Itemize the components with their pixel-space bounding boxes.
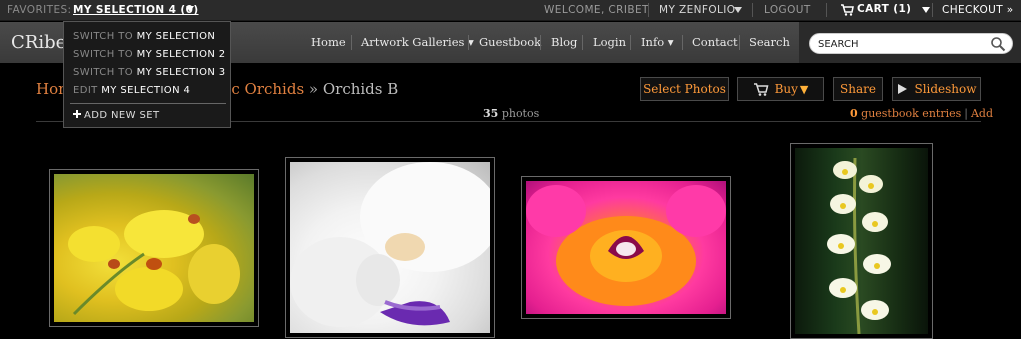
guestbook-add-link[interactable]: Add: [971, 107, 993, 120]
photo-white-spray-orchid: [795, 148, 928, 334]
search-box[interactable]: [809, 33, 1013, 54]
divider: [540, 35, 541, 50]
page-title: Orchids B: [322, 80, 399, 98]
share-label: Share: [840, 82, 876, 96]
logout-link[interactable]: LOGOUT: [764, 4, 811, 16]
nav-login[interactable]: Login: [593, 35, 626, 49]
menu-prefix: SWITCH TO: [73, 67, 133, 78]
nav-artwork-galleries[interactable]: Artwork Galleries ▾: [361, 35, 474, 49]
photo-pink-orchid: [526, 181, 726, 314]
photo-thumbnail[interactable]: [49, 169, 259, 327]
nav-search[interactable]: Search: [749, 35, 790, 49]
divider: [826, 3, 827, 17]
orchid-illustration: [290, 162, 490, 327]
guestbook-count: 0: [850, 107, 858, 120]
switch-to-my-selection-2[interactable]: SWITCH TO MY SELECTION 2: [73, 49, 226, 60]
menu-item-name: MY SELECTION: [136, 31, 216, 42]
divider: [70, 103, 226, 104]
select-photos-label: Select Photos: [643, 82, 726, 96]
menu-prefix: SWITCH TO: [73, 31, 133, 42]
menu-item-name: MY SELECTION 2: [136, 49, 226, 60]
buy-label: Buy: [774, 82, 798, 96]
photo-thumbnail[interactable]: [285, 157, 495, 338]
divider: [630, 35, 631, 50]
cart-icon[interactable]: [840, 4, 854, 16]
favorites-dropdown: SWITCH TO MY SELECTION SWITCH TO MY SELE…: [63, 21, 231, 128]
play-icon: [898, 84, 908, 94]
switch-to-my-selection[interactable]: SWITCH TO MY SELECTION: [73, 31, 215, 42]
divider: [648, 3, 649, 17]
favorites-label: FAVORITES:: [7, 4, 72, 16]
select-photos-button[interactable]: Select Photos: [640, 77, 729, 101]
orchid-illustration: [827, 157, 891, 334]
divider: [752, 3, 753, 17]
photo-count: 35 photos: [483, 107, 539, 120]
photo-white-orchid: [290, 162, 490, 333]
search-area: [799, 22, 1021, 63]
buy-button[interactable]: Buy ▼: [737, 77, 824, 101]
favorites-current-selection[interactable]: MY SELECTION 4 (0): [73, 4, 199, 16]
chevron-down-icon[interactable]: [734, 7, 742, 13]
menu-prefix: SWITCH TO: [73, 49, 133, 60]
divider: [932, 3, 933, 17]
search-icon[interactable]: [990, 36, 1006, 52]
welcome-text: WELCOME, CRIBET: [544, 4, 649, 16]
divider: |: [964, 107, 968, 120]
slideshow-button[interactable]: Slideshow: [892, 77, 981, 101]
menu-item-name: MY SELECTION 3: [136, 67, 226, 78]
nav-info[interactable]: Info ▾: [641, 35, 674, 49]
breadcrumb-gallery[interactable]: c Orchids: [231, 80, 304, 98]
switch-to-my-selection-3[interactable]: SWITCH TO MY SELECTION 3: [73, 67, 226, 78]
cart-link[interactable]: CART (1): [857, 3, 911, 15]
menu-prefix: EDIT: [73, 85, 98, 96]
plus-icon: [73, 110, 81, 118]
chevron-down-icon: ▼: [799, 82, 809, 96]
photo-count-label: photos: [501, 107, 540, 120]
divider: [351, 35, 352, 50]
checkout-link[interactable]: CHECKOUT »: [942, 4, 1014, 16]
chevron-down-icon[interactable]: [186, 6, 194, 12]
divider: [739, 35, 740, 50]
nav-contact[interactable]: Contact: [692, 35, 738, 49]
slideshow-label: Slideshow: [914, 82, 977, 96]
favorites-bar: FAVORITES: MY SELECTION 4 (0) WELCOME, C…: [0, 0, 1021, 21]
orchid-illustration: [526, 185, 726, 306]
search-input[interactable]: [818, 36, 988, 52]
my-zenfolio-menu[interactable]: MY ZENFOLIO: [659, 4, 735, 16]
share-button[interactable]: Share: [833, 77, 883, 101]
divider: [682, 35, 683, 50]
chevron-down-icon[interactable]: [922, 7, 930, 13]
guestbook-entries-link[interactable]: guestbook entries: [861, 107, 961, 120]
nav-guestbook[interactable]: Guestbook: [479, 35, 541, 49]
divider: [582, 35, 583, 50]
photo-thumbnail[interactable]: [790, 143, 933, 339]
orchid-illustration: [68, 210, 240, 316]
menu-item-name: MY SELECTION 4: [101, 85, 191, 96]
guestbook-summary: 0 guestbook entries | Add: [850, 107, 993, 120]
edit-my-selection-4[interactable]: EDIT MY SELECTION 4: [73, 85, 190, 96]
breadcrumb-separator: »: [304, 80, 323, 98]
divider: [468, 35, 469, 50]
photo-thumbnail[interactable]: [521, 176, 731, 319]
nav-home[interactable]: Home: [311, 35, 346, 49]
add-new-set-label: ADD NEW SET: [84, 110, 160, 121]
photo-count-number: 35: [483, 107, 499, 120]
nav-blog[interactable]: Blog: [551, 35, 577, 49]
photo-yellow-orchid: [54, 174, 254, 322]
add-new-set[interactable]: ADD NEW SET: [73, 110, 159, 121]
cart-icon: [753, 83, 769, 96]
